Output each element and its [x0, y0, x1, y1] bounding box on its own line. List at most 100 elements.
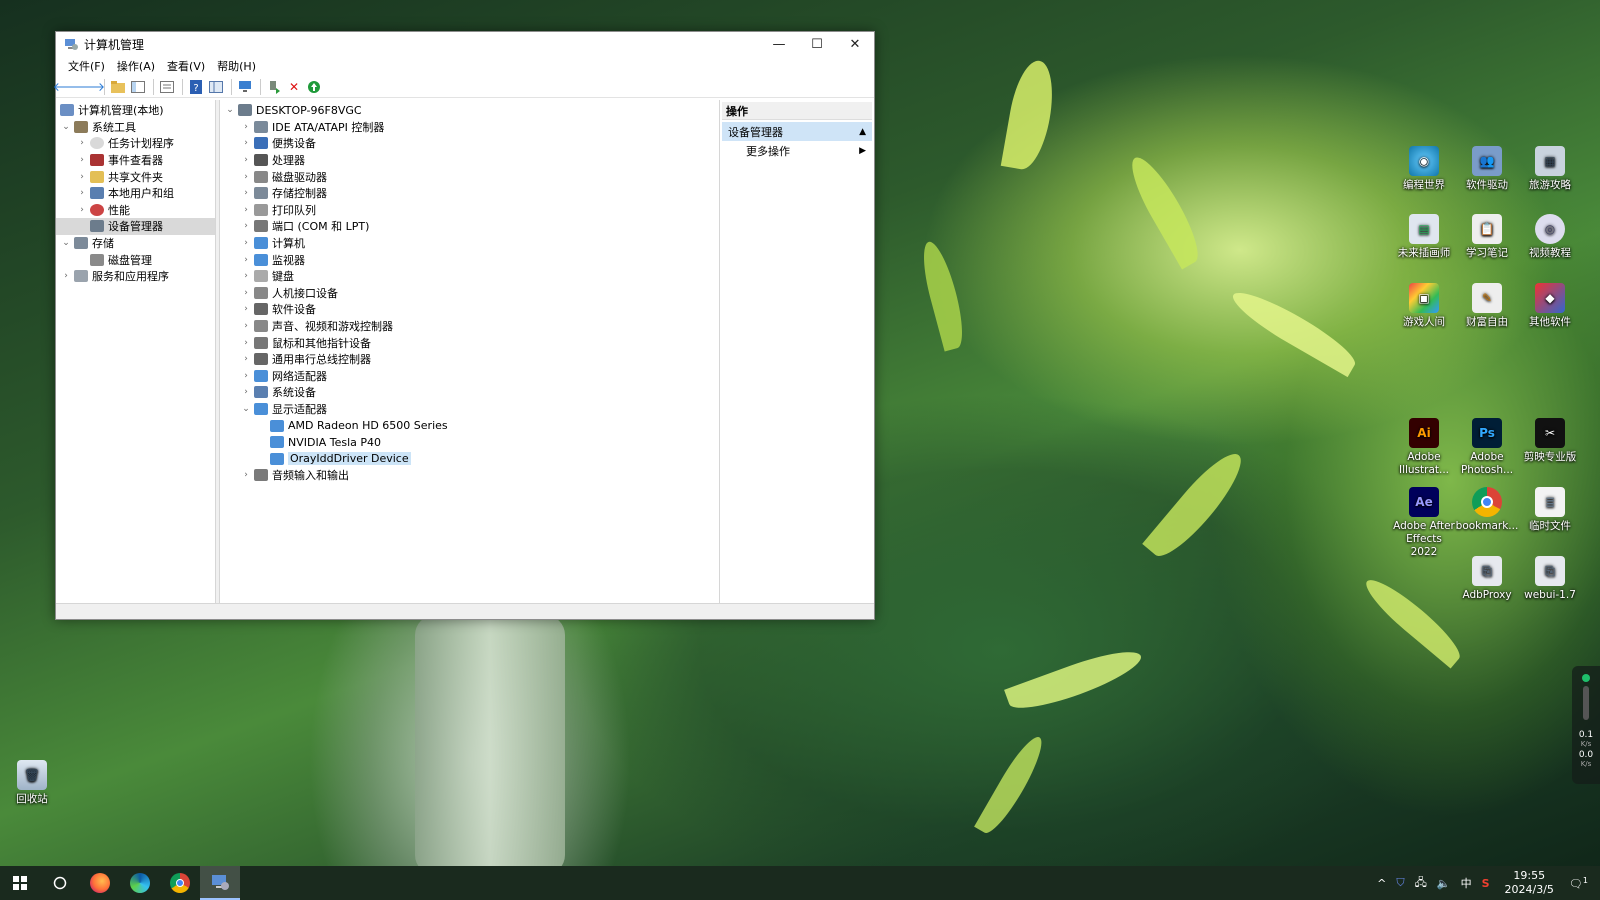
- uninstall-icon[interactable]: ✕: [285, 78, 303, 96]
- desktop-icon-shipin[interactable]: ◎ 视频教程: [1518, 214, 1582, 260]
- search-button[interactable]: [40, 866, 80, 900]
- chevron-right-icon[interactable]: ›: [76, 172, 88, 182]
- menu-help[interactable]: 帮助(H): [211, 58, 262, 74]
- forward-icon[interactable]: 🡒: [73, 78, 105, 96]
- category-0[interactable]: › IDE ATA/ATAPI 控制器: [220, 119, 719, 136]
- chevron-up-icon[interactable]: ▲: [859, 127, 866, 137]
- tree-storage[interactable]: ⌄ 存储: [56, 235, 215, 252]
- enable-icon[interactable]: [305, 78, 323, 96]
- chevron-right-icon[interactable]: ›: [240, 354, 252, 364]
- close-button[interactable]: ✕: [836, 32, 874, 56]
- chevron-right-icon[interactable]: ›: [240, 155, 252, 165]
- chevron-right-icon[interactable]: ›: [240, 371, 252, 381]
- category-1[interactable]: › 便携设备: [220, 135, 719, 152]
- desktop-icon-webui[interactable]: ⎘ webui-1.7: [1518, 556, 1582, 602]
- minimize-button[interactable]: —: [760, 32, 798, 56]
- chevron-right-icon[interactable]: ›: [76, 138, 88, 148]
- category-2[interactable]: › 处理器: [220, 152, 719, 169]
- more-actions[interactable]: 更多操作 ▶: [722, 141, 872, 160]
- network-icon[interactable]: 🖧: [1415, 874, 1427, 893]
- chevron-right-icon[interactable]: ›: [240, 470, 252, 480]
- actions-section-device-manager[interactable]: 设备管理器 ▲: [722, 122, 872, 141]
- show-hide-tree-icon[interactable]: [129, 78, 147, 96]
- desktop-icon-lvyou[interactable]: ▦ 旅游攻略: [1518, 146, 1582, 192]
- category-12[interactable]: › 声音、视频和游戏控制器: [220, 318, 719, 335]
- computer-management-taskbar-icon[interactable]: [200, 866, 240, 900]
- chevron-down-icon[interactable]: ⌄: [240, 404, 252, 414]
- desktop-icon-recycle-bin[interactable]: 🗑 回收站: [0, 760, 64, 806]
- category-15[interactable]: › 网络适配器: [220, 368, 719, 385]
- chevron-down-icon[interactable]: ⌄: [224, 105, 236, 115]
- maximize-button[interactable]: ☐: [798, 32, 836, 56]
- up-folder-icon[interactable]: [109, 78, 127, 96]
- menu-action[interactable]: 操作(A): [111, 58, 161, 74]
- category-7[interactable]: › 计算机: [220, 235, 719, 252]
- category-14[interactable]: › 通用串行总线控制器: [220, 351, 719, 368]
- ime-indicator[interactable]: 中: [1461, 875, 1472, 891]
- category-6[interactable]: › 端口 (COM 和 LPT): [220, 218, 719, 235]
- chevron-right-icon[interactable]: ›: [240, 221, 252, 231]
- chevron-down-icon[interactable]: ⌄: [60, 122, 72, 132]
- tree-disk-management[interactable]: 磁盘管理: [56, 251, 215, 268]
- menu-file[interactable]: 文件(F): [62, 58, 111, 74]
- desktop-icon-youxi[interactable]: ▣ 游戏人间: [1392, 283, 1456, 329]
- desktop-icon-ruanjian[interactable]: 👥 软件驱动: [1455, 146, 1519, 192]
- tree-services[interactable]: › 服务和应用程序: [56, 268, 215, 285]
- category-17[interactable]: ⌄ 显示适配器: [220, 401, 719, 418]
- tree-shared-folders[interactable]: › 共享文件夹: [56, 168, 215, 185]
- chevron-right-icon[interactable]: ›: [60, 271, 72, 281]
- monitor-icon[interactable]: [236, 78, 254, 96]
- desktop-icon-weilai[interactable]: ▤ 未来插画师: [1392, 214, 1456, 260]
- chevron-right-icon[interactable]: ›: [240, 172, 252, 182]
- chevron-right-icon[interactable]: ›: [240, 271, 252, 281]
- chevron-right-icon[interactable]: ›: [240, 288, 252, 298]
- start-button[interactable]: [0, 866, 40, 900]
- desktop-icon-after-effects[interactable]: Ae Adobe After Effects 2022: [1392, 487, 1456, 559]
- tree-performance[interactable]: › 性能: [56, 202, 215, 219]
- chevron-right-icon[interactable]: ›: [240, 138, 252, 148]
- category-10[interactable]: › 人机接口设备: [220, 285, 719, 302]
- desktop-icon-photoshop[interactable]: Ps Adobe Photosh...: [1455, 418, 1519, 477]
- desktop-icon-linshi[interactable]: ≣ 临时文件: [1518, 487, 1582, 533]
- category-13[interactable]: › 鼠标和其他指针设备: [220, 334, 719, 351]
- shield-icon[interactable]: ⛉: [1396, 876, 1404, 890]
- tree-event-viewer[interactable]: › 事件查看器: [56, 152, 215, 169]
- desktop-icon-biancheng[interactable]: ◉ 编程世界: [1392, 146, 1456, 192]
- tree-system-tools[interactable]: ⌄ 系统工具: [56, 119, 215, 136]
- category-16[interactable]: › 系统设备: [220, 384, 719, 401]
- category-3[interactable]: › 磁盘驱动器: [220, 168, 719, 185]
- desktop-icon-illustrator[interactable]: Ai Adobe Illustrat...: [1392, 418, 1456, 477]
- sogou-icon[interactable]: S: [1482, 877, 1490, 890]
- chevron-right-icon[interactable]: ›: [240, 205, 252, 215]
- device-orayidd[interactable]: OrayIddDriver Device: [220, 450, 719, 467]
- tree-local-users[interactable]: › 本地用户和组: [56, 185, 215, 202]
- desktop-icon-jianying[interactable]: ✂ 剪映专业版: [1518, 418, 1582, 464]
- category-8[interactable]: › 监视器: [220, 251, 719, 268]
- update-driver-icon[interactable]: [265, 78, 283, 96]
- network-speed-widget[interactable]: 0.1 K/s 0.0 K/s: [1572, 666, 1600, 784]
- properties-icon[interactable]: [158, 78, 176, 96]
- chevron-right-icon[interactable]: ›: [76, 205, 88, 215]
- clock[interactable]: 19:55 2024/3/5: [1505, 869, 1554, 897]
- menu-view[interactable]: 查看(V): [161, 58, 211, 74]
- category-11[interactable]: › 软件设备: [220, 301, 719, 318]
- volume-icon[interactable]: 🔈: [1437, 877, 1451, 890]
- chevron-down-icon[interactable]: ⌄: [60, 238, 72, 248]
- chrome-icon[interactable]: [160, 866, 200, 900]
- chevron-right-icon[interactable]: ›: [240, 321, 252, 331]
- chevron-right-icon[interactable]: ›: [76, 155, 88, 165]
- chevron-right-icon[interactable]: ›: [240, 122, 252, 132]
- notification-icon[interactable]: 🗨1: [1569, 876, 1588, 891]
- tree-root[interactable]: 计算机管理(本地): [56, 102, 215, 119]
- edge-icon[interactable]: [120, 866, 160, 900]
- category-audio-io[interactable]: › 音频输入和输出: [220, 467, 719, 484]
- desktop-icon-adbproxy[interactable]: ⎘ AdbProxy: [1455, 556, 1519, 602]
- desktop-icon-caifu[interactable]: ✎ 财富自由: [1455, 283, 1519, 329]
- title-bar[interactable]: 计算机管理 — ☐ ✕: [56, 32, 874, 56]
- category-9[interactable]: › 键盘: [220, 268, 719, 285]
- device-nvidia-tesla[interactable]: NVIDIA Tesla P40: [220, 434, 719, 451]
- device-amd-radeon[interactable]: AMD Radeon HD 6500 Series: [220, 417, 719, 434]
- chevron-right-icon[interactable]: ›: [240, 238, 252, 248]
- tree-task-scheduler[interactable]: › 任务计划程序: [56, 135, 215, 152]
- desktop-icon-bookmark[interactable]: bookmark...: [1455, 487, 1519, 533]
